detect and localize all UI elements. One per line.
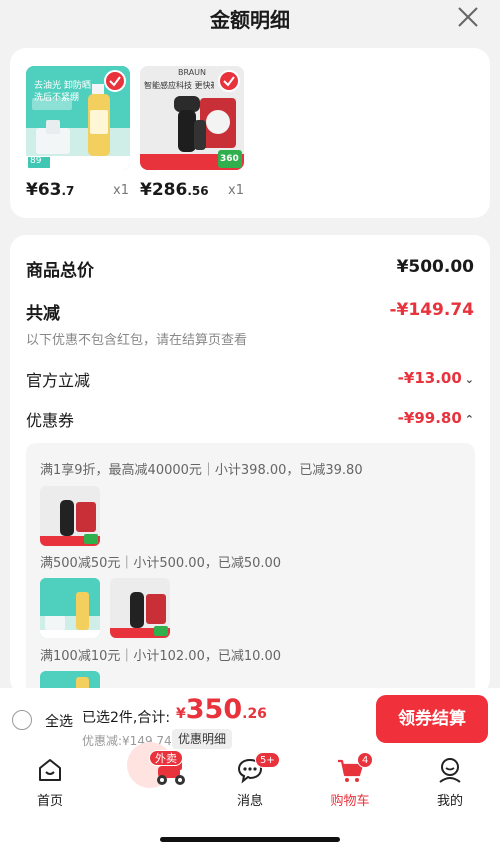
price-summary-card: 商品总价 ¥500.00 共减 -¥149.74 以下优惠不包含红包，请在结算页… <box>10 235 490 695</box>
cleansing-oil-product-image[interactable]: 去油光 卸防晒 洗后不紧绷 89 <box>26 66 130 170</box>
selected-count-text: 已选2件,合计: <box>82 710 171 726</box>
price-decimal: .56 <box>187 184 209 198</box>
sheet-header: 金额明细 <box>0 0 500 38</box>
reduction-value: -¥149.74 <box>389 300 475 320</box>
discount-detail-button[interactable]: 优惠明细 <box>172 729 233 749</box>
close-icon[interactable] <box>454 3 482 31</box>
price-decimal: .7 <box>61 184 75 198</box>
page-title: 金额明细 <box>210 8 290 32</box>
product-tag: 360 <box>220 154 239 164</box>
checkout-bar: 全选 已选2件,合计: ¥350.26 优惠减:¥149.74 优惠明细 领券结… <box>0 688 500 750</box>
cart-badge: 4 <box>357 752 374 768</box>
checked-icon[interactable] <box>104 70 126 92</box>
chevron-up-icon: ⌃ <box>464 413 474 426</box>
home-indicator <box>160 837 340 842</box>
coupon-value: -¥99.80 <box>397 409 462 427</box>
reduction-label: 共减 <box>26 304 60 324</box>
home-icon <box>39 759 61 781</box>
official-discount-label: 官方立减 <box>26 371 91 390</box>
total-decimal: .26 <box>242 706 267 722</box>
coupon-detail-box: 满1享9折，最高减40000元｜小计398.00，已减39.80 满500减50… <box>26 443 475 695</box>
coupon-rule: 满1享9折，最高减40000元｜小计398.00，已减39.80 <box>40 463 363 478</box>
coupon-rule: 满100减10元｜小计102.00，已减10.00 <box>40 649 282 664</box>
shaver-thumbnail[interactable] <box>110 578 170 638</box>
product-tag: 89 <box>30 156 42 166</box>
product-quantity: x1 <box>228 183 244 198</box>
total-value: ¥500.00 <box>396 257 474 277</box>
total-currency: ¥ <box>176 706 186 722</box>
select-all-label[interactable]: 全选 <box>45 711 73 731</box>
cleansing-oil-thumbnail[interactable] <box>40 578 100 638</box>
total-label: 商品总价 <box>26 261 94 281</box>
price-integer: ¥286 <box>140 180 188 200</box>
product-quantity: x1 <box>113 183 129 198</box>
tab-label: 首页 <box>36 794 63 809</box>
coupon-label: 优惠券 <box>26 411 75 430</box>
electric-shaver-product-image[interactable]: BRAUN 智能感应科技 更快剃净 360 <box>140 66 244 170</box>
product-banner-text: 智能感应科技 更快剃净 <box>144 81 214 90</box>
price-integer: ¥63 <box>26 180 62 200</box>
tab-label: 我的 <box>436 794 463 809</box>
profile-icon <box>439 758 461 783</box>
shaver-thumbnail[interactable] <box>40 486 100 546</box>
chevron-down-icon: ⌄ <box>464 373 474 386</box>
checkout-button[interactable]: 领券结算 <box>376 695 488 743</box>
select-all-radio[interactable] <box>12 710 32 730</box>
product-banner-text: 去油光 卸防晒 洗后不紧绷 <box>34 81 91 103</box>
coupon-row[interactable]: -¥99.80 ⌃ <box>398 409 474 427</box>
checked-icon[interactable] <box>218 70 240 92</box>
tab-label: 购物车 <box>330 794 370 809</box>
tab-label: 消息 <box>236 794 263 809</box>
coupon-rule: 满500减50元｜小计500.00，已减50.00 <box>40 556 282 571</box>
official-discount-value: -¥13.00 <box>397 369 462 387</box>
product-list-card: 去油光 卸防晒 洗后不紧绷 89 ¥63.7 x1 BRAUN 智能感应科技 更… <box>10 48 490 218</box>
total-integer: 350 <box>185 694 243 725</box>
product-price: ¥63.7 <box>26 180 74 200</box>
total-amount: ¥350.26 <box>176 694 267 725</box>
product-price: ¥286.56 <box>140 180 209 200</box>
delivery-badge: 外卖 <box>149 750 183 766</box>
reduction-note: 以下优惠不包含红包，请在结算页查看 <box>26 333 248 348</box>
official-discount-row[interactable]: -¥13.00 ⌄ <box>398 369 474 387</box>
message-badge: 5+ <box>255 752 280 768</box>
